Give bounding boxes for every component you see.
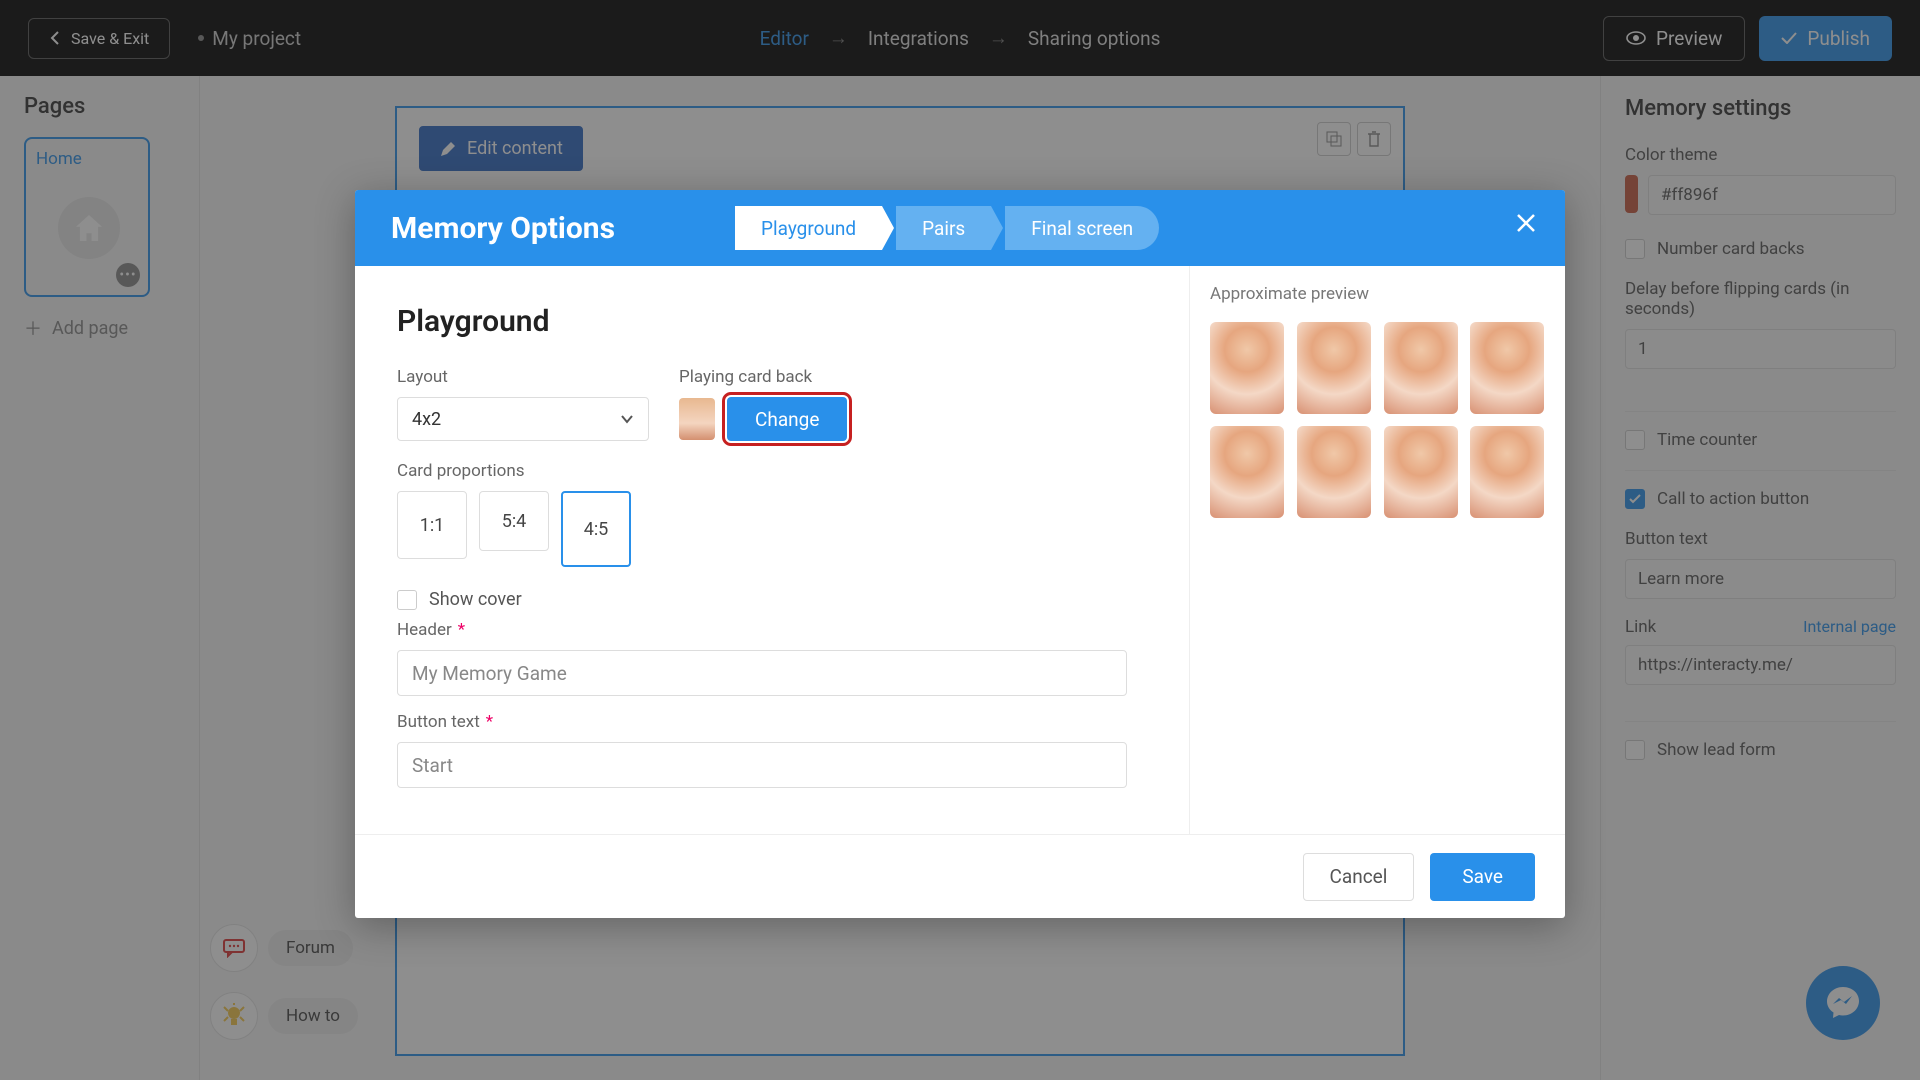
show-cover-label: Show cover <box>429 589 522 610</box>
playground-heading: Playground <box>397 304 1147 339</box>
modal-body: Playground Layout 4x2 Playing card back <box>355 266 1565 834</box>
preview-grid <box>1210 322 1545 518</box>
cancel-button[interactable]: Cancel <box>1303 853 1415 901</box>
close-icon[interactable] <box>1515 212 1537 234</box>
modal-title: Memory Options <box>391 211 615 246</box>
preview-card <box>1470 322 1544 414</box>
preview-card <box>1210 426 1284 518</box>
preview-label: Approximate preview <box>1210 284 1545 304</box>
chevron-down-icon <box>620 414 634 424</box>
preview-card <box>1297 322 1371 414</box>
modal-tabs: Playground Pairs Final screen <box>735 206 1159 250</box>
required-mark: * <box>458 620 465 640</box>
show-cover-checkbox[interactable]: Show cover <box>397 589 1147 610</box>
modal-right: Approximate preview <box>1189 266 1565 834</box>
change-button[interactable]: Change <box>727 397 847 441</box>
save-button[interactable]: Save <box>1430 853 1535 901</box>
proportion-4-5[interactable]: 4:5 <box>561 491 631 567</box>
tab-final-screen[interactable]: Final screen <box>1005 206 1159 250</box>
card-back-thumbnail <box>679 398 715 440</box>
proportion-5-4[interactable]: 5:4 <box>479 491 549 551</box>
modal-left: Playground Layout 4x2 Playing card back <box>355 266 1189 834</box>
card-back-label: Playing card back <box>679 367 847 387</box>
layout-label: Layout <box>397 367 649 387</box>
required-mark: * <box>486 712 493 732</box>
modal-overlay: Memory Options Playground Pairs Final sc… <box>0 0 1920 1080</box>
layout-value: 4x2 <box>412 409 441 430</box>
preview-card <box>1384 426 1458 518</box>
button-text-input[interactable] <box>397 742 1127 788</box>
layout-dropdown[interactable]: 4x2 <box>397 397 649 441</box>
preview-card <box>1210 322 1284 414</box>
modal-footer: Cancel Save <box>355 834 1565 918</box>
preview-card <box>1384 322 1458 414</box>
preview-card <box>1470 426 1544 518</box>
modal-header: Memory Options Playground Pairs Final sc… <box>355 190 1565 266</box>
proportions-label: Card proportions <box>397 461 1147 481</box>
proportions-group: 1:1 5:4 4:5 <box>397 491 1147 567</box>
proportion-1-1[interactable]: 1:1 <box>397 491 467 559</box>
header-input[interactable] <box>397 650 1127 696</box>
tab-playground[interactable]: Playground <box>735 206 882 250</box>
change-label: Change <box>755 408 819 431</box>
preview-card <box>1297 426 1371 518</box>
button-text-field-label: Button text* <box>397 712 1147 732</box>
tab-pairs[interactable]: Pairs <box>896 206 991 250</box>
memory-options-modal: Memory Options Playground Pairs Final sc… <box>355 190 1565 918</box>
header-field-label: Header* <box>397 620 1147 640</box>
checkbox-icon <box>397 590 417 610</box>
